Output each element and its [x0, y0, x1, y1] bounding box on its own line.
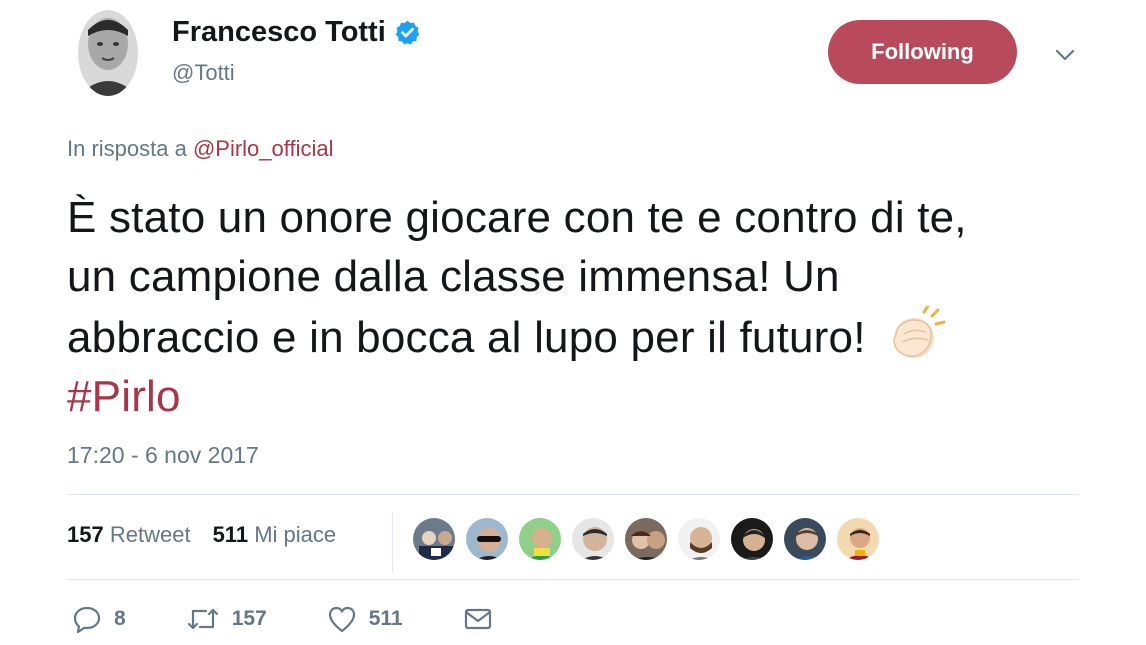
liker-avatar[interactable]: [729, 516, 775, 562]
retweet-icon: [187, 608, 218, 630]
author-display-name[interactable]: Francesco Totti: [172, 16, 421, 49]
liker-avatar[interactable]: [570, 516, 616, 562]
like-label: Mi piace: [254, 522, 337, 547]
retweet-count: 157: [67, 522, 104, 547]
heart-icon: [328, 606, 355, 633]
liker-avatar[interactable]: [517, 516, 563, 562]
divider: [67, 494, 1079, 495]
like-action[interactable]: 511: [327, 605, 403, 633]
liker-avatars: [411, 516, 881, 562]
tweet-line: abbraccio e in bocca al lupo per il futu…: [67, 306, 1097, 367]
envelope-icon: [464, 608, 491, 630]
tweet-text: È stato un onore giocare con te e contro…: [67, 188, 1097, 426]
reply-action[interactable]: 8: [72, 605, 126, 633]
clapping-hands-icon: [892, 306, 946, 358]
hashtag-link[interactable]: #Pirlo: [67, 372, 181, 421]
tweet-line: È stato un onore giocare con te e contro…: [67, 193, 967, 242]
liker-avatar[interactable]: [464, 516, 510, 562]
reply-prefix: In risposta a: [67, 136, 193, 161]
chevron-down-icon[interactable]: [1052, 42, 1078, 68]
author-handle[interactable]: @Totti: [172, 60, 235, 86]
author-avatar[interactable]: [78, 10, 138, 96]
retweet-label: Retweet: [109, 522, 191, 547]
direct-message-action[interactable]: [463, 607, 493, 631]
liker-avatar[interactable]: [835, 516, 881, 562]
like-action-count: 511: [368, 607, 403, 630]
liker-avatar[interactable]: [411, 516, 457, 562]
liker-avatar[interactable]: [782, 516, 828, 562]
stats-separator: [392, 512, 393, 572]
liker-avatar[interactable]: [623, 516, 669, 562]
like-stat[interactable]: 511 Mi piace: [213, 522, 337, 548]
tweet-timestamp[interactable]: 17:20 - 6 nov 2017: [67, 442, 259, 469]
divider: [67, 579, 1079, 580]
tweet-line-text: abbraccio e in bocca al lupo per il futu…: [67, 313, 866, 362]
reply-to-user-link[interactable]: @Pirlo_official: [193, 136, 334, 161]
like-count: 511: [212, 522, 249, 547]
reply-context: In risposta a @Pirlo_official: [67, 136, 334, 162]
tweet-line: un campione dalla classe immensa! Un: [67, 252, 840, 301]
tweet-actions: 8 157 511: [72, 605, 553, 633]
reply-icon: [73, 606, 101, 633]
retweet-stat[interactable]: 157 Retweet: [67, 522, 191, 548]
retweet-action-count: 157: [231, 607, 267, 630]
engagement-stats: 157 Retweet 511 Mi piace: [67, 522, 336, 548]
retweet-action[interactable]: 157: [186, 606, 267, 632]
reply-count: 8: [114, 607, 126, 630]
following-button[interactable]: Following: [828, 20, 1017, 84]
author-name-text: Francesco Totti: [172, 16, 386, 48]
verified-badge-icon: [395, 20, 420, 45]
liker-avatar[interactable]: [676, 516, 722, 562]
